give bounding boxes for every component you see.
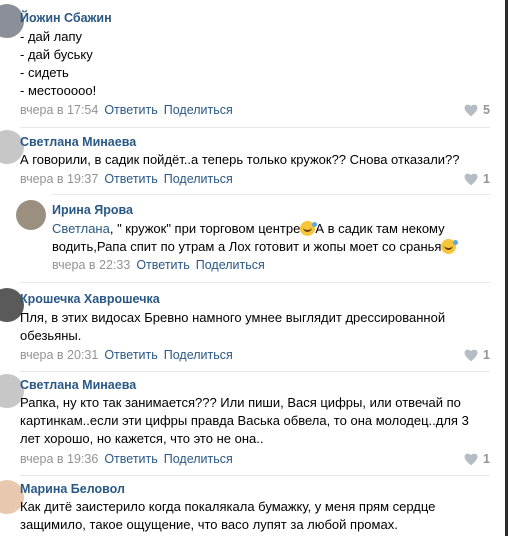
separator bbox=[20, 371, 490, 372]
comment-text-line: Как дитё заистерило когда покалякала бум… bbox=[20, 499, 436, 514]
comment-time[interactable]: вчера в 19:36 bbox=[20, 452, 98, 466]
comment-meta: вчера в 22:33 Ответить Поделиться bbox=[52, 258, 265, 273]
separator bbox=[20, 475, 490, 476]
comment-text-line: А говорили, в садик пойдёт..а теперь тол… bbox=[20, 152, 460, 167]
comment-text-line: Рапка, ну кто так занимается??? Или пиши… bbox=[20, 395, 461, 410]
comment-time[interactable]: вчера в 22:33 bbox=[52, 258, 130, 272]
comment-text-line: - дай лапу bbox=[20, 29, 82, 44]
like-count: 1 bbox=[483, 348, 490, 362]
share-button[interactable]: Поделиться bbox=[164, 172, 233, 186]
comment-text-line: - сидеть bbox=[20, 65, 69, 80]
comment-author[interactable]: Светлана Минаева bbox=[20, 378, 136, 393]
separator bbox=[20, 282, 490, 283]
comment-time[interactable]: вчера в 19:37 bbox=[20, 172, 98, 186]
like-count: 1 bbox=[483, 452, 490, 466]
comment-text-line: обезьяны. bbox=[20, 328, 82, 343]
comment-author[interactable]: Крошечка Хаврошечка bbox=[20, 292, 160, 307]
share-button[interactable]: Поделиться bbox=[196, 258, 265, 272]
laughing-emoji-icon bbox=[441, 239, 459, 254]
like-button[interactable]: 1 bbox=[464, 348, 490, 363]
comment-time[interactable]: вчера в 17:54 bbox=[20, 103, 98, 117]
comment-time[interactable]: вчера в 20:31 bbox=[20, 348, 98, 362]
reply-button[interactable]: Ответить bbox=[136, 258, 189, 272]
comment-text-line: защимило, такое ощущение, что васо лупят… bbox=[20, 517, 398, 532]
heart-icon bbox=[464, 173, 478, 186]
laughing-emoji-icon bbox=[300, 221, 318, 236]
reply-button[interactable]: Ответить bbox=[104, 103, 157, 117]
comment-meta: вчера в 20:31 Ответить Поделиться bbox=[20, 348, 233, 363]
comment-author[interactable]: Ирина Ярова bbox=[52, 203, 133, 218]
comment-text-line: - дай буську bbox=[20, 47, 93, 62]
comment-text-line: лет хорошо, но кажется, что это не она.. bbox=[20, 431, 264, 446]
reply-button[interactable]: Ответить bbox=[104, 172, 157, 186]
like-count: 5 bbox=[483, 103, 490, 117]
heart-icon bbox=[464, 453, 478, 466]
separator bbox=[52, 194, 490, 195]
like-count: 1 bbox=[483, 172, 490, 186]
avatar[interactable] bbox=[16, 200, 46, 230]
comment-author[interactable]: Светлана Минаева bbox=[20, 135, 136, 150]
comment-text-line: водить,Рапа спит по утрам а Лох готовит … bbox=[52, 238, 459, 256]
separator bbox=[20, 127, 490, 128]
comment-meta: вчера в 17:54 Ответить Поделиться bbox=[20, 103, 233, 118]
reply-button[interactable]: Ответить bbox=[104, 452, 157, 466]
like-button[interactable]: 5 bbox=[464, 103, 490, 118]
share-button[interactable]: Поделиться bbox=[164, 348, 233, 362]
comment-author[interactable]: Йожин Сбажин bbox=[20, 11, 112, 26]
heart-icon bbox=[464, 349, 478, 362]
heart-icon bbox=[464, 104, 478, 117]
comment-author[interactable]: Марина Беловол bbox=[20, 482, 125, 497]
comment-text-line: картинкам..если эти цифры правда Васька … bbox=[20, 413, 469, 428]
comment-meta: вчера в 19:36 Ответить Поделиться bbox=[20, 452, 233, 467]
comment-meta: вчера в 19:37 Ответить Поделиться bbox=[20, 172, 233, 187]
comment-text-line: - местооооо! bbox=[20, 83, 97, 98]
share-button[interactable]: Поделиться bbox=[164, 103, 233, 117]
comment-text-line: Пля, в этих видосах Бревно намного умнее… bbox=[20, 310, 446, 325]
comment-text-line: Светлана, " кружок" при торговом центре А… bbox=[52, 221, 445, 236]
mention-link[interactable]: Светлана bbox=[52, 221, 110, 236]
share-button[interactable]: Поделиться bbox=[164, 452, 233, 466]
like-button[interactable]: 1 bbox=[464, 172, 490, 187]
like-button[interactable]: 1 bbox=[464, 452, 490, 467]
reply-button[interactable]: Ответить bbox=[104, 348, 157, 362]
